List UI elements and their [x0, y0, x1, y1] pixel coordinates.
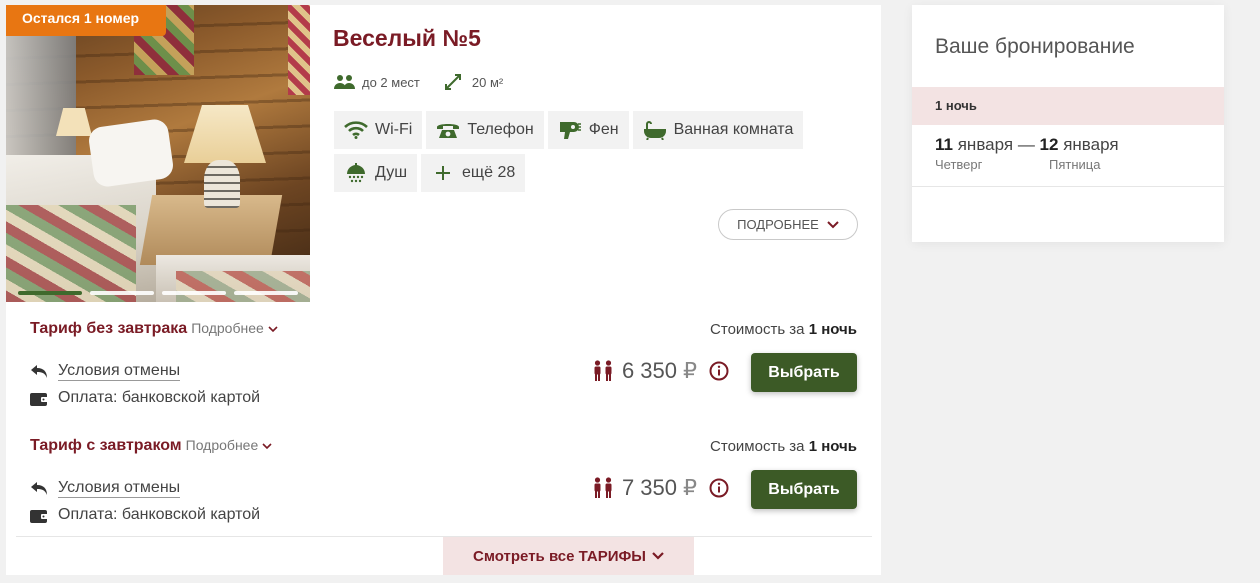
cost-prefix: Стоимость за: [710, 438, 805, 455]
shower-icon: [344, 163, 368, 183]
all-tariffs-button[interactable]: Смотреть все ТАРИФЫ: [443, 537, 694, 575]
amenity-label: ещё 28: [462, 164, 516, 181]
nights-count: 1 ночь: [912, 87, 1224, 125]
tariff-title: Тариф без завтрака: [30, 320, 188, 337]
availability-badge: Остался 1 номер: [6, 5, 166, 36]
cancellation-link[interactable]: Условия отмены: [58, 362, 181, 381]
amenities-list: Wi-Fi Телефон Фен Ванная комната Душ ещё…: [334, 111, 824, 192]
payment-method: Оплата: банковской картой: [30, 389, 260, 407]
area-label: 20 м²: [471, 74, 504, 90]
capacity-label: до 2 мест: [362, 74, 420, 90]
photo-bed-second-quilt: [176, 271, 310, 302]
two-guests-icon: [592, 477, 614, 499]
info-icon[interactable]: [709, 478, 729, 498]
room-meta: до 2 мест 20 м²: [334, 73, 503, 91]
tariff-name[interactable]: Тариф с завтраком Подробнее: [30, 437, 272, 455]
date-dash: —: [1017, 135, 1035, 154]
amenity-more[interactable]: ещё 28: [421, 154, 526, 192]
guests-icon: [334, 73, 356, 91]
checkout-weekday: Пятница: [1049, 157, 1101, 172]
cancellation-link[interactable]: Условия отмены: [58, 479, 181, 498]
amenity-wifi: Wi-Fi: [334, 111, 423, 149]
price-value: 6 350: [621, 358, 677, 383]
amenity-bathroom: Ванная комната: [632, 111, 804, 149]
wallet-icon: [30, 506, 50, 524]
cancellation-policy[interactable]: Условия отмены: [30, 479, 181, 498]
booking-title: Ваше бронирование: [935, 35, 1135, 58]
plus-icon: [431, 163, 455, 183]
tariff-title: Тариф с завтраком: [30, 437, 182, 454]
amenity-label: Wi-Fi: [375, 121, 413, 138]
checkin-day: 11: [935, 135, 953, 154]
photo-pillow: [87, 117, 175, 189]
chevron-down-icon: [827, 217, 839, 232]
hairdryer-icon: [558, 120, 582, 140]
cost-prefix: Стоимость за: [710, 321, 805, 338]
area-icon: [444, 73, 466, 91]
cost-nights: 1 ночь: [808, 438, 857, 455]
checkin-weekday: Четверг: [935, 157, 983, 172]
amenity-label: Ванная комната: [673, 121, 794, 138]
cost-nights: 1 ночь: [808, 321, 857, 338]
photo-quilt-right: [288, 5, 310, 95]
room-title[interactable]: Веселый №5: [333, 25, 481, 52]
chevron-down-icon: [268, 326, 278, 333]
tariff-details-link[interactable]: Подробнее: [191, 320, 278, 336]
booking-summary: Ваше бронирование 1 ночь 11 января — 12 …: [912, 5, 1224, 242]
bathtub-icon: [643, 120, 667, 140]
photo-lamp-base: [204, 160, 240, 208]
room-details-button[interactable]: ПОДРОБНЕЕ: [718, 209, 858, 240]
currency-symbol: ₽: [683, 475, 697, 500]
all-tariffs-label: Смотреть все ТАРИФЫ: [473, 547, 646, 565]
amenity-hairdryer: Фен: [547, 111, 629, 149]
tariff-details-link[interactable]: Подробнее: [186, 437, 273, 453]
checkin-month: января: [957, 135, 1014, 154]
photo-pagination: [18, 291, 298, 295]
phone-icon: [436, 120, 460, 140]
chevron-down-icon: [652, 552, 664, 560]
tariff-price: 6 350 ₽: [592, 358, 729, 384]
photo-bed-quilt: [6, 205, 136, 302]
cancellation-policy[interactable]: Условия отмены: [30, 362, 181, 381]
choose-button[interactable]: Выбрать: [751, 353, 857, 392]
payment-label: Оплата: банковской картой: [58, 389, 261, 406]
undo-arrow-icon: [30, 363, 50, 381]
info-icon[interactable]: [709, 361, 729, 381]
currency-symbol: ₽: [683, 358, 697, 383]
amenity-label: Телефон: [467, 121, 534, 138]
cost-per-night: Стоимость за 1 ночь: [710, 438, 857, 455]
photo-dot-1[interactable]: [18, 291, 82, 295]
two-guests-icon: [592, 360, 614, 382]
room-card: Остался 1 номер Веселый №5 до 2 мест 20 …: [6, 5, 881, 575]
tariff-details-label: Подробнее: [191, 320, 264, 336]
room-photo[interactable]: Остался 1 номер: [6, 5, 310, 302]
wallet-icon: [30, 389, 50, 407]
checkout-day: 12: [1039, 135, 1059, 154]
payment-method: Оплата: банковской картой: [30, 506, 260, 524]
room-details-label: ПОДРОБНЕЕ: [737, 217, 819, 232]
choose-button[interactable]: Выбрать: [751, 470, 857, 509]
photo-dot-3[interactable]: [162, 291, 226, 295]
amenity-label: Душ: [375, 164, 408, 181]
photo-dot-4[interactable]: [234, 291, 298, 295]
photo-dot-2[interactable]: [90, 291, 154, 295]
amenity-shower: Душ: [334, 154, 418, 192]
tariff-price: 7 350 ₽: [592, 475, 729, 501]
cost-per-night: Стоимость за 1 ночь: [710, 321, 857, 338]
undo-arrow-icon: [30, 480, 50, 498]
tariff-details-label: Подробнее: [185, 437, 259, 453]
checkout-month: января: [1063, 135, 1119, 154]
amenity-phone: Телефон: [426, 111, 544, 149]
booking-dates: 11 января — 12 января: [935, 135, 1119, 155]
wifi-icon: [344, 120, 368, 140]
payment-label: Оплата: банковской картой: [58, 506, 261, 523]
tariff-name[interactable]: Тариф без завтрака Подробнее: [30, 320, 278, 338]
chevron-down-icon: [262, 443, 272, 450]
amenity-label: Фен: [588, 121, 619, 138]
price-value: 7 350: [621, 475, 677, 500]
divider: [912, 186, 1224, 187]
